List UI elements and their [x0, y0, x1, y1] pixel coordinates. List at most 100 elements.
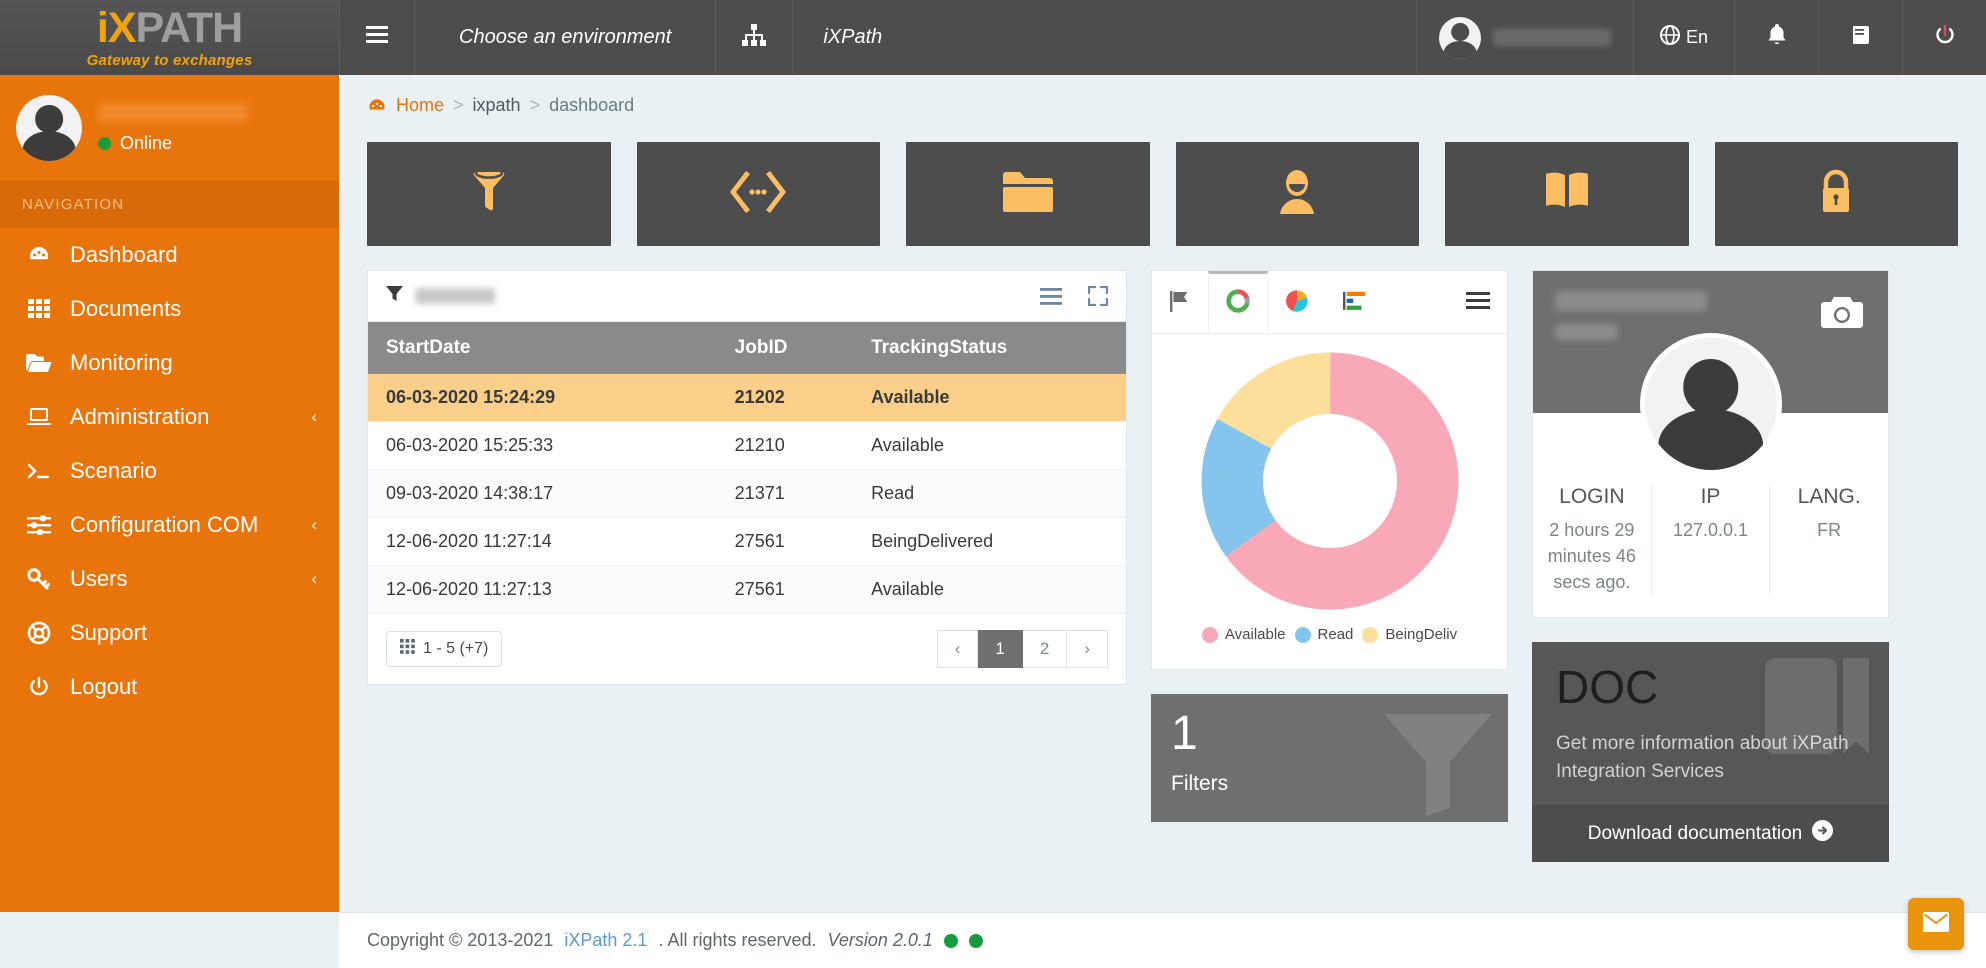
tab-donut[interactable]: [1208, 271, 1268, 333]
top-bar: iXPATH Gateway to exchanges Choose an en…: [0, 0, 1986, 75]
profile-stat-ip: IP 127.0.0.1: [1650, 485, 1770, 596]
legend-item-read[interactable]: Read: [1294, 626, 1353, 643]
chart-legend: Available Read BeingDeliv: [1152, 616, 1507, 669]
folder-icon: [26, 353, 52, 373]
tab-bar[interactable]: [1326, 271, 1384, 333]
sidebar-item-label: Documents: [70, 296, 182, 321]
exchange-tile[interactable]: [636, 142, 880, 246]
table-head: StartDate JobID TrackingStatus: [368, 322, 1126, 374]
chart-column: Available Read BeingDeliv 1 Filters: [1151, 270, 1508, 912]
pagination-page-2[interactable]: 2: [1022, 630, 1068, 668]
status-chart-card: Available Read BeingDeliv: [1151, 270, 1508, 670]
table-actions: [1040, 286, 1108, 306]
sidebar-item-administration[interactable]: Administration ‹: [0, 390, 339, 444]
avatar: [1639, 333, 1782, 475]
pagination-page-1[interactable]: 1: [978, 630, 1023, 668]
language-selector[interactable]: En: [1632, 0, 1734, 75]
footer-copyright-post: . All rights reserved.: [658, 930, 817, 950]
cell-status: Available: [871, 435, 944, 455]
documentation-button[interactable]: [1818, 0, 1902, 75]
sitemap-button[interactable]: [716, 0, 794, 75]
documentation-body: DOC Get more information about iXPath In…: [1532, 642, 1889, 805]
sidebar-item-users[interactable]: Users ‹: [0, 552, 339, 606]
brand-logo-ix: iX: [96, 3, 137, 52]
globe-icon: [1659, 25, 1680, 50]
sidebar-item-support[interactable]: Support: [0, 606, 339, 660]
documentation-card[interactable]: DOC Get more information about iXPath In…: [1532, 642, 1889, 863]
column-header-jobid[interactable]: JobID: [716, 322, 854, 374]
tab-menu[interactable]: [1449, 271, 1507, 333]
profile-stat-value: 2 hours 29 minutes 46 secs ago.: [1547, 520, 1636, 593]
donut-chart: [1152, 334, 1507, 616]
avatar: [16, 95, 82, 161]
sidebar-item-label: Scenario: [70, 458, 157, 483]
sidebar-item-dashboard[interactable]: Dashboard: [0, 228, 339, 282]
power-icon: [1934, 24, 1956, 51]
environment-selector[interactable]: Choose an environment: [415, 0, 717, 75]
topbar-actions: En: [1415, 0, 1986, 75]
logout-button[interactable]: [1902, 0, 1986, 75]
mail-floating-button[interactable]: [1908, 898, 1964, 950]
list-icon[interactable]: [1040, 286, 1062, 306]
cell-status: Read: [871, 483, 915, 503]
legend-item-available[interactable]: Available: [1201, 626, 1286, 643]
cell-status: Available: [871, 579, 944, 599]
download-documentation-button[interactable]: Download documentation: [1532, 805, 1889, 863]
lock-tile[interactable]: [1714, 142, 1958, 246]
sidebar-item-label: Logout: [70, 674, 138, 699]
expand-icon[interactable]: [1088, 286, 1108, 306]
hamburger-icon: [366, 26, 388, 49]
sidebar-profile[interactable]: Online: [0, 75, 339, 181]
footer-link[interactable]: iXPath 2.1: [564, 930, 647, 951]
table-row[interactable]: 12-06-2020 11:27:14 27561 BeingDelivered: [368, 517, 1126, 566]
profile-header: [1533, 271, 1888, 475]
user-tile[interactable]: [1175, 142, 1419, 246]
app-name-label: iXPath: [823, 26, 883, 48]
sidebar-item-configuration-com[interactable]: Configuration COM ‹: [0, 498, 339, 552]
profile-name: [1555, 291, 1707, 311]
filter-tile[interactable]: [367, 142, 611, 246]
grid-icon: [400, 639, 415, 659]
folder-tile[interactable]: [906, 142, 1150, 246]
sidebar-item-documents[interactable]: Documents: [0, 282, 339, 336]
footer-copyright-pre: Copyright © 2013-2021: [367, 930, 554, 950]
sidebar-toggle-button[interactable]: [339, 0, 415, 75]
column-header-trackingstatus[interactable]: TrackingStatus: [853, 322, 1126, 374]
donut-chart-svg: [1201, 352, 1458, 610]
cell-jobid: 27561: [734, 531, 785, 551]
pagination-prev[interactable]: ‹: [936, 630, 979, 668]
legend-item-beingdeliv[interactable]: BeingDeliv: [1362, 626, 1457, 643]
brand-logo-path: PATH: [135, 3, 243, 52]
user-name-label: [1492, 29, 1611, 46]
status-dot-icon: [943, 933, 958, 948]
tab-flag[interactable]: [1152, 271, 1208, 333]
table-row[interactable]: 06-03-2020 15:24:29 21202 Available: [368, 374, 1126, 422]
breadcrumb-home[interactable]: Home: [396, 95, 444, 116]
download-documentation-label: Download documentation: [1587, 822, 1803, 844]
app-name: iXPath: [793, 0, 912, 75]
sidebar-item-logout[interactable]: Logout: [0, 660, 339, 714]
brand-logo[interactable]: iXPATH Gateway to exchanges: [0, 0, 339, 75]
dashboard-icon: [367, 96, 387, 116]
profile-stat-value: 127.0.0.1: [1672, 520, 1749, 540]
column-header-startdate[interactable]: StartDate: [368, 322, 717, 374]
table-row[interactable]: 09-03-2020 14:38:17 21371 Read: [368, 469, 1126, 518]
power-icon: [26, 676, 52, 698]
sidebar-item-scenario[interactable]: Scenario: [0, 444, 339, 498]
row-count-button[interactable]: 1 - 5 (+7): [386, 631, 503, 667]
pagination-next[interactable]: ›: [1067, 630, 1108, 668]
breadcrumb-ixpath[interactable]: ixpath: [473, 95, 521, 116]
sidebar-item-caret: ‹: [311, 569, 317, 588]
sidebar-item-monitoring[interactable]: Monitoring: [0, 336, 339, 390]
filters-kpi-card[interactable]: 1 Filters: [1151, 694, 1508, 822]
camera-icon[interactable]: [1820, 295, 1864, 334]
table-row[interactable]: 12-06-2020 11:27:13 27561 Available: [368, 565, 1126, 614]
user-menu-button[interactable]: [1415, 0, 1633, 75]
notifications-button[interactable]: [1734, 0, 1818, 75]
legend-dot-icon: [1362, 626, 1379, 643]
brand-logo-text: iXPATH: [96, 3, 243, 52]
environment-label: Choose an environment: [459, 26, 672, 48]
table-row[interactable]: 06-03-2020 15:25:33 21210 Available: [368, 421, 1126, 470]
tab-pie[interactable]: [1268, 271, 1326, 333]
book-tile[interactable]: [1445, 142, 1689, 246]
